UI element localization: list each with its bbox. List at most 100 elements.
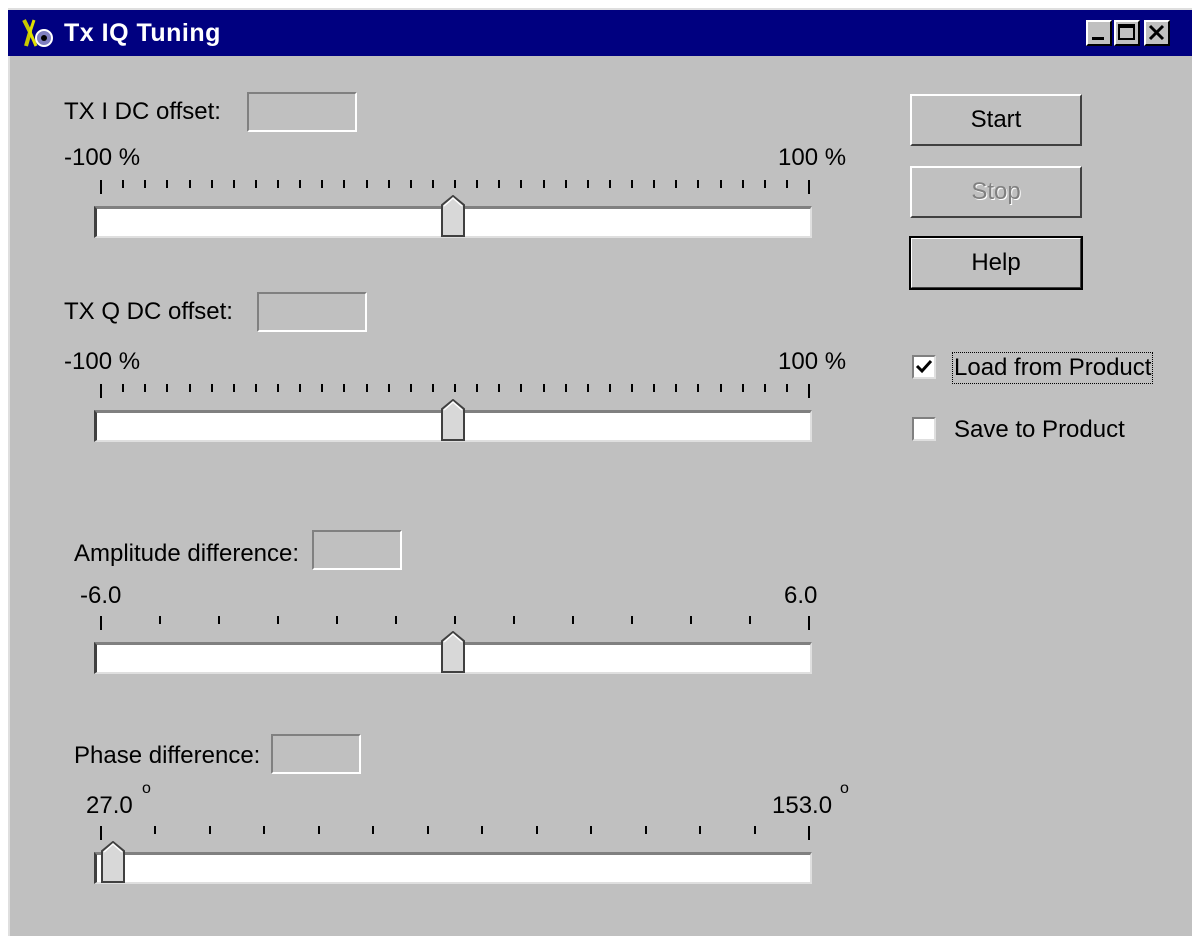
i-dc-slider-thumb[interactable] (441, 194, 465, 242)
tick-mark (372, 826, 374, 834)
tick-mark (587, 180, 589, 188)
q-dc-max-label: 100 % (778, 348, 847, 375)
tick-mark (366, 180, 368, 188)
i-dc-offset-value[interactable] (247, 92, 357, 132)
tick-mark (321, 384, 323, 392)
tick-mark (749, 616, 751, 624)
minimize-icon (1092, 37, 1104, 40)
tick-mark (590, 826, 592, 834)
q-dc-offset-slider[interactable] (94, 398, 812, 442)
tick-mark (699, 826, 701, 834)
tick-mark (653, 384, 655, 392)
tick-mark (476, 180, 478, 188)
tick-mark (454, 384, 456, 392)
tick-mark (764, 180, 766, 188)
amplitude-difference-slider[interactable] (94, 630, 812, 674)
tick-mark (189, 384, 191, 392)
tick-mark (321, 180, 323, 188)
i-dc-min-label: -100 % (64, 144, 141, 171)
checkmark-icon (915, 359, 933, 374)
tick-mark (498, 180, 500, 188)
tick-mark (720, 180, 722, 188)
tick-mark (336, 616, 338, 624)
tick-mark (675, 384, 677, 392)
phase-min-degree: o (142, 780, 151, 797)
tick-mark (742, 384, 744, 392)
tick-mark (432, 384, 434, 392)
close-icon (1148, 24, 1165, 41)
tick-mark (498, 384, 500, 392)
q-dc-offset-label: TX Q DC offset: (64, 298, 233, 325)
tick-mark (166, 384, 168, 392)
tick-mark (742, 180, 744, 188)
tick-mark (572, 616, 574, 624)
i-dc-max-label: 100 % (778, 144, 847, 171)
tick-mark (100, 826, 102, 840)
tick-mark (343, 180, 345, 188)
close-button[interactable] (1144, 20, 1170, 46)
tick-mark (565, 384, 567, 392)
phase-tick-marks (100, 826, 810, 840)
tick-mark (609, 384, 611, 392)
tick-mark (366, 384, 368, 392)
tick-mark (144, 180, 146, 188)
help-button[interactable]: Help (909, 236, 1083, 290)
slider-thumb-icon (441, 398, 465, 441)
tick-mark (154, 826, 156, 834)
tick-mark (410, 180, 412, 188)
maximize-icon (1118, 24, 1135, 40)
stop-button[interactable]: Stop (910, 166, 1082, 218)
save-to-product-label[interactable]: Save to Product (954, 416, 1125, 444)
tick-mark (645, 826, 647, 834)
tick-mark (211, 180, 213, 188)
tick-mark (697, 384, 699, 392)
tick-mark (808, 180, 810, 194)
tick-mark (653, 180, 655, 188)
phase-difference-label: Phase difference: (74, 742, 261, 769)
amplitude-max-label: 6.0 (784, 582, 818, 609)
tick-mark (764, 384, 766, 392)
phase-slider-thumb[interactable] (101, 840, 125, 888)
tick-mark (808, 616, 810, 630)
phase-max-degree: o (840, 780, 849, 797)
tick-mark (343, 384, 345, 392)
tick-mark (520, 180, 522, 188)
minimize-button[interactable] (1086, 20, 1112, 46)
dialog-window (8, 8, 1192, 936)
tick-mark (543, 180, 545, 188)
tick-mark (631, 180, 633, 188)
amplitude-min-label: -6.0 (80, 582, 122, 609)
tick-mark (388, 180, 390, 188)
phase-difference-value[interactable] (271, 734, 361, 774)
save-to-product-checkbox[interactable] (912, 417, 936, 441)
tick-mark (100, 616, 102, 630)
tick-mark (277, 180, 279, 188)
amplitude-difference-value[interactable] (312, 530, 402, 570)
tick-mark (159, 616, 161, 624)
tick-mark (166, 180, 168, 188)
amplitude-slider-thumb[interactable] (441, 630, 465, 678)
start-button[interactable]: Start (910, 94, 1082, 146)
q-dc-slider-thumb[interactable] (441, 398, 465, 446)
tick-mark (754, 826, 756, 834)
load-from-product-label[interactable]: Load from Product (951, 352, 1154, 384)
tick-mark (410, 384, 412, 392)
tick-mark (609, 180, 611, 188)
phase-difference-slider[interactable] (94, 840, 812, 884)
tick-mark (122, 180, 124, 188)
tick-mark (631, 616, 633, 624)
maximize-button[interactable] (1114, 20, 1140, 46)
tick-mark (697, 180, 699, 188)
tick-mark (318, 826, 320, 834)
tick-mark (299, 180, 301, 188)
load-from-product-checkbox[interactable] (912, 355, 936, 379)
tick-mark (299, 384, 301, 392)
tick-mark (690, 616, 692, 624)
tick-mark (675, 180, 677, 188)
i-dc-offset-slider[interactable] (94, 194, 812, 238)
tick-mark (808, 826, 810, 840)
tick-mark (255, 180, 257, 188)
q-dc-offset-value[interactable] (257, 292, 367, 332)
app-icon (22, 19, 53, 47)
tick-mark (277, 616, 279, 624)
